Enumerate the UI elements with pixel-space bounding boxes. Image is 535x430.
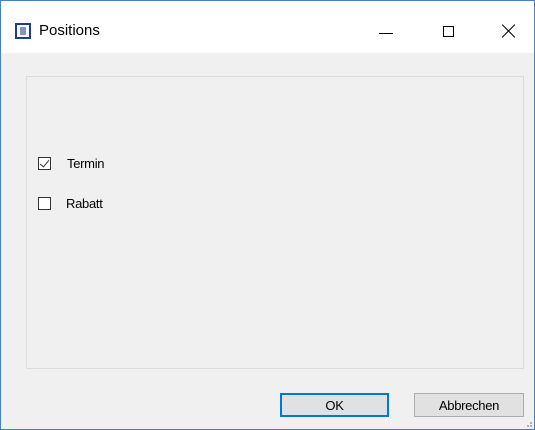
title-bar[interactable]: Positions [1, 1, 534, 53]
rabatt-checkbox-row[interactable]: Rabatt [38, 196, 103, 211]
minimize-icon [379, 32, 393, 34]
dialog-window: Positions Termin Rabatt OK Abbrechen [0, 0, 535, 430]
close-button[interactable] [486, 15, 532, 47]
rabatt-checkbox[interactable] [38, 197, 51, 210]
termin-checkbox-row[interactable]: Termin [38, 156, 105, 171]
resize-grip-icon[interactable] [526, 421, 532, 427]
maximize-button[interactable] [425, 15, 471, 47]
cancel-button[interactable]: Abbrechen [414, 393, 524, 417]
termin-label[interactable]: Termin [67, 156, 105, 171]
options-groupbox [26, 76, 524, 369]
window-title: Positions [39, 22, 100, 39]
minimize-button[interactable] [363, 15, 409, 47]
maximize-icon [442, 25, 454, 37]
termin-checkbox[interactable] [38, 157, 51, 170]
ok-button[interactable]: OK [280, 393, 389, 417]
close-icon [502, 24, 516, 38]
app-icon[interactable] [15, 23, 31, 39]
app-icon-detail [20, 27, 26, 35]
rabatt-label[interactable]: Rabatt [66, 196, 103, 211]
